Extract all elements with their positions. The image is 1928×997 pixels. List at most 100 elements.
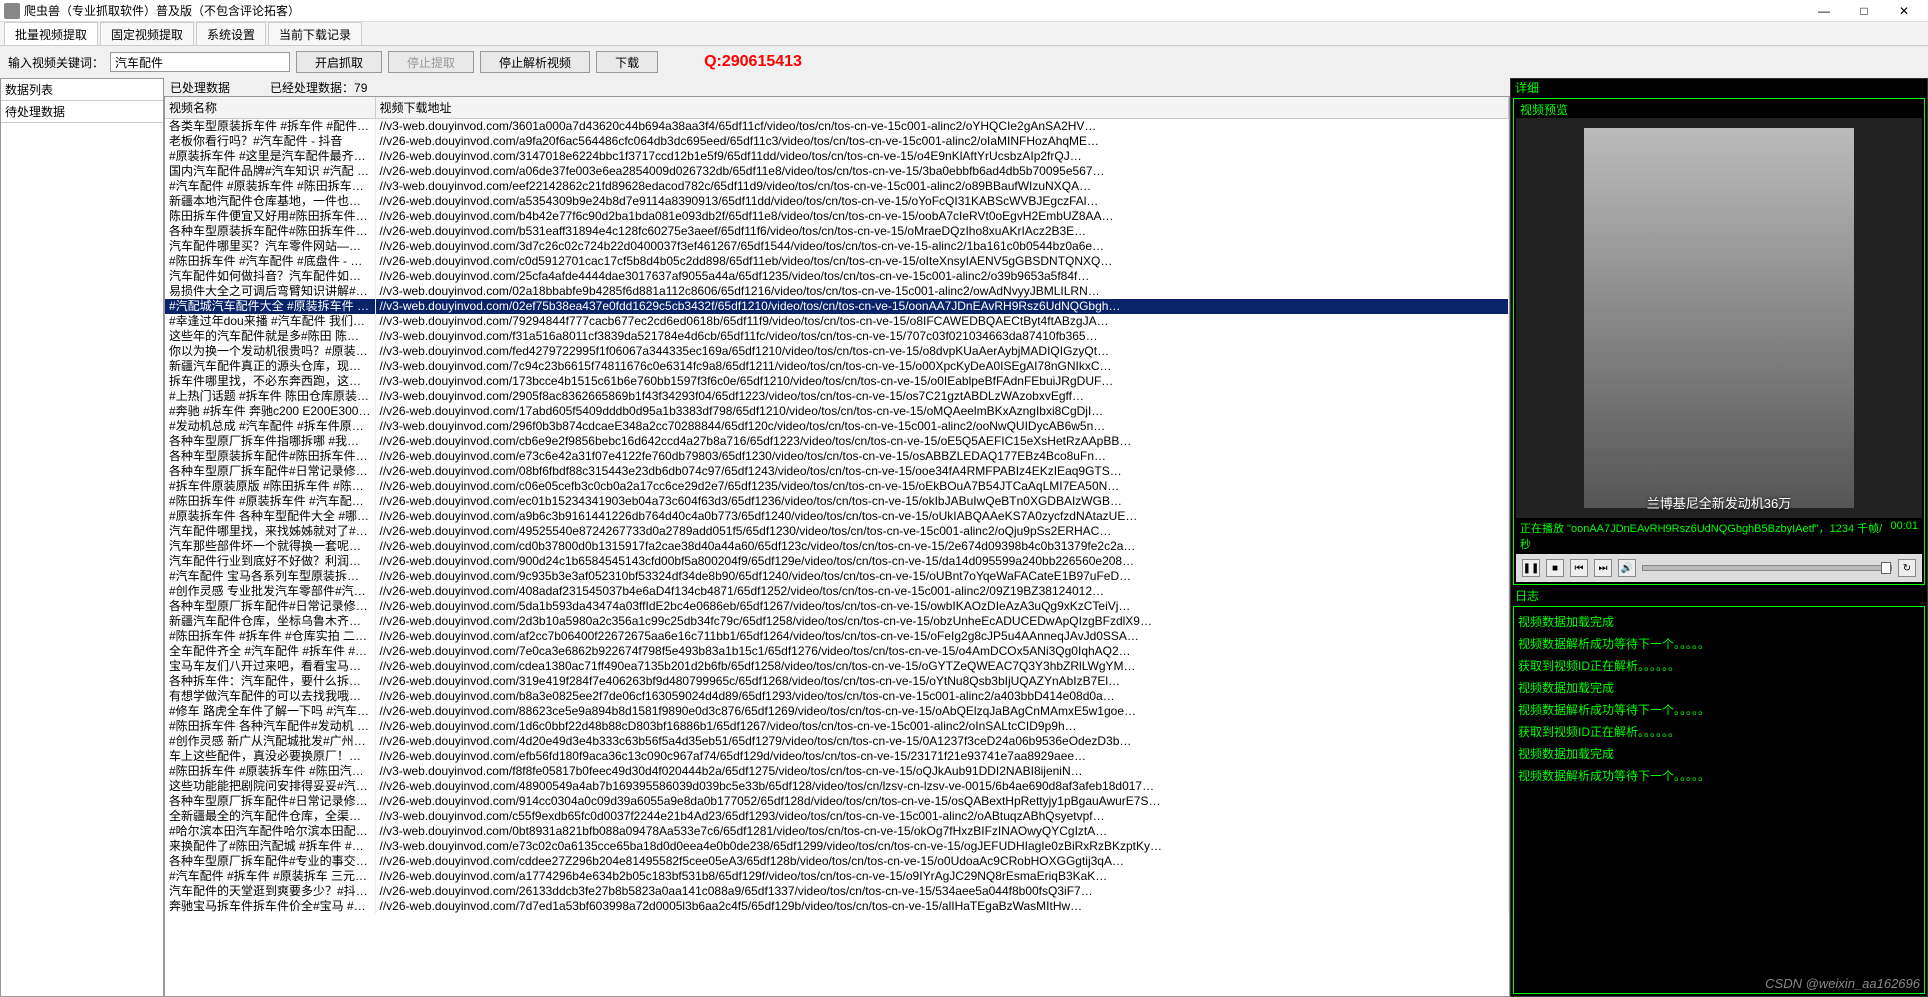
table-row[interactable]: #幸逢过年dou来播 #汽车配件 我们只做一件…//v3-web.douyinv… bbox=[165, 314, 1509, 329]
table-row[interactable]: 各种车型原厂拆车件指哪拆哪 #我与汽车的…//v26-web.douyinvod… bbox=[165, 434, 1509, 449]
results-table-wrap[interactable]: 视频名称 视频下载地址 各类车型原装拆车件 #拆车件 #配件大全 #…//v3-… bbox=[164, 96, 1510, 997]
cell-url: //v26-web.douyinvod.com/9c935b3e3af05231… bbox=[375, 569, 1509, 584]
table-row[interactable]: 汽车那些部件坏一个就得换一套呢？#汽车知…//v26-web.douyinvod… bbox=[165, 539, 1509, 554]
cell-url: //v26-web.douyinvod.com/a1774296b4e634b2… bbox=[375, 869, 1509, 884]
processed-label: 已处理数据 bbox=[170, 79, 230, 96]
table-row[interactable]: #创作灵感 新广从汽配城批发#广州全记汽…//v26-web.douyinvod… bbox=[165, 734, 1509, 749]
pending-heading: 待处理数据 bbox=[1, 101, 163, 123]
log-panel[interactable]: 视频数据加载完成视频数据解析成功等待下一个。。。。。获取到视频ID正在解析。。。… bbox=[1513, 606, 1925, 994]
minimize-button[interactable]: — bbox=[1804, 0, 1844, 22]
tab-downloads[interactable]: 当前下载记录 bbox=[268, 22, 362, 45]
cell-name: #汽车配件 宝马各系列车型原装拆车件 #宝马… bbox=[165, 569, 375, 584]
start-button[interactable]: 开启抓取 bbox=[296, 51, 382, 73]
cell-name: 拆车件哪里找，不必东奔西跑，这里总有一款… bbox=[165, 374, 375, 389]
close-button[interactable]: ✕ bbox=[1884, 0, 1924, 22]
player-controls: ❚❚ ■ ⏮ ⏭ 🔊 ↻ bbox=[1516, 554, 1922, 582]
table-row[interactable]: #汽车配件 宝马各系列车型原装拆车件 #宝马…//v26-web.douyinv… bbox=[165, 569, 1509, 584]
table-row[interactable]: 这些功能能把剧院问安排得妥妥#汽配 #…//v26-web.douyinvod.… bbox=[165, 779, 1509, 794]
cell-url: //v3-web.douyinvod.com/79294844f777cacb6… bbox=[375, 314, 1509, 329]
table-row[interactable]: #哈尔滨本田汽车配件哈尔滨本田配件#哈尔滨…//v3-web.douyinvod… bbox=[165, 824, 1509, 839]
table-row[interactable]: 新疆本地汽配件仓库基地，一件也是批发价#…//v26-web.douyinvod… bbox=[165, 194, 1509, 209]
table-row[interactable]: 陈田拆车件便宜又好用#陈田拆车件 #陈田汽…//v26-web.douyinvo… bbox=[165, 209, 1509, 224]
results-panel: 已处理数据 已经处理数据：79 视频名称 视频下载地址 各类车型原装拆车件 #拆… bbox=[164, 78, 1510, 997]
maximize-button[interactable]: □ bbox=[1844, 0, 1884, 22]
cell-url: //v26-web.douyinvod.com/b8a3e0825ee2f7de… bbox=[375, 689, 1509, 704]
table-row[interactable]: #陈田拆车件 #原装拆车件 #汽车配件 #陈田…//v26-web.douyin… bbox=[165, 494, 1509, 509]
table-row[interactable]: 全新疆最全的汽车配件仓库，全渠道种的修理…//v3-web.douyinvod.… bbox=[165, 809, 1509, 824]
cell-url: //v3-web.douyinvod.com/3601a000a7d43620c… bbox=[375, 119, 1509, 135]
next-button[interactable]: ⏭ bbox=[1594, 559, 1612, 577]
table-row[interactable]: 各种车型原装拆车配件#陈田拆车件 #拆车件…//v26-web.douyinvo… bbox=[165, 224, 1509, 239]
table-row[interactable]: #上热门话题 #拆车件 陈田仓库原装拆车件#…//v3-web.douyinvo… bbox=[165, 389, 1509, 404]
prev-button[interactable]: ⏮ bbox=[1570, 559, 1588, 577]
loop-button[interactable]: ↻ bbox=[1898, 559, 1916, 577]
cell-url: //v26-web.douyinvod.com/319e419f284f7e40… bbox=[375, 674, 1509, 689]
pending-list[interactable] bbox=[1, 123, 163, 996]
log-line: 视频数据解析成功等待下一个。。。。。 bbox=[1518, 699, 1920, 721]
cell-name: #上热门话题 #拆车件 陈田仓库原装拆车件#… bbox=[165, 389, 375, 404]
table-row[interactable]: #奔驰 #拆车件 奔驰c200 E200E300 G L300 3…//v26-… bbox=[165, 404, 1509, 419]
table-row[interactable]: 各种车型原厂拆车配件#日常记录修理工的日…//v26-web.douyinvod… bbox=[165, 464, 1509, 479]
table-row[interactable]: 各种车型原厂拆车配件#日常记录修理工的日…//v26-web.douyinvod… bbox=[165, 794, 1509, 809]
table-row[interactable]: 各种车型原装拆车配件#陈田拆车件 #拆车件…//v26-web.douyinvo… bbox=[165, 449, 1509, 464]
table-row[interactable]: 汽车配件哪里买？汽车零件网站——美国修车…//v26-web.douyinvod… bbox=[165, 239, 1509, 254]
table-row[interactable]: 全车配件齐全 #汽车配件 #拆车件 #原装拆…//v26-web.douyinv… bbox=[165, 644, 1509, 659]
table-row[interactable]: 有想学做汽车配件的可以去找我哦，学会一…//v26-web.douyinvod.… bbox=[165, 689, 1509, 704]
table-row[interactable]: #陈田拆车件 各种汽车配件#发动机 - 抖音//v26-web.douyinvo… bbox=[165, 719, 1509, 734]
table-row[interactable]: 你以为换一个发动机很贵吗？#原装件原装原…//v3-web.douyinvod.… bbox=[165, 344, 1509, 359]
col-video-name[interactable]: 视频名称 bbox=[165, 97, 375, 119]
table-row[interactable]: 汽车配件如何做抖音？汽车配件如何在抖音上…//v26-web.douyinvod… bbox=[165, 269, 1509, 284]
table-row[interactable]: 新疆汽车配件真正的源头仓库，现在开始转…//v3-web.douyinvod.c… bbox=[165, 359, 1509, 374]
cell-url: //v3-web.douyinvod.com/fed4279722995f1f0… bbox=[375, 344, 1509, 359]
table-row[interactable]: 汽车配件的天堂逛到爽要多少？#抖音汽车…//v26-web.douyinvod.… bbox=[165, 884, 1509, 899]
col-video-url[interactable]: 视频下载地址 bbox=[375, 97, 1509, 119]
stop-player-button[interactable]: ■ bbox=[1546, 559, 1564, 577]
stop-button[interactable]: 停止提取 bbox=[388, 51, 474, 73]
tab-fixed-extract[interactable]: 固定视频提取 bbox=[100, 22, 194, 45]
table-row[interactable]: #陈田拆车件 #原装拆车件 #陈田汽配城 配…//v3-web.douyinvo… bbox=[165, 764, 1509, 779]
table-row[interactable]: 奔驰宝马拆车件拆车件价全#宝马 #奔驰…//v26-web.douyinvod.… bbox=[165, 899, 1509, 914]
table-row[interactable]: #陈田拆车件 #汽车配件 #底盘件 - 抖音//v26-web.douyinvo… bbox=[165, 254, 1509, 269]
cell-url: //v26-web.douyinvod.com/cd0b37800d0b1315… bbox=[375, 539, 1509, 554]
keyword-input[interactable] bbox=[110, 52, 290, 72]
table-row[interactable]: 拆车件哪里找，不必东奔西跑，这里总有一款…//v3-web.douyinvod.… bbox=[165, 374, 1509, 389]
cell-name: 各种车型原装拆车配件#陈田拆车件 #拆车件… bbox=[165, 224, 375, 239]
table-row[interactable]: 易损件大全之可调后弯臂知识讲解#车辆配件…//v3-web.douyinvod.… bbox=[165, 284, 1509, 299]
table-row[interactable]: 汽车配件行业到底好不好做？利润到底高不高…//v26-web.douyinvod… bbox=[165, 554, 1509, 569]
table-row[interactable]: 各种车型原厂拆车配件#专业的事交给专业的…//v26-web.douyinvod… bbox=[165, 854, 1509, 869]
table-row[interactable]: 新疆汽车配件仓库，坐标乌鲁木齐天兴汽配城…//v26-web.douyinvod… bbox=[165, 614, 1509, 629]
table-row[interactable]: 汽车配件哪里找，来找姊姊就对了#拆车件 #…//v26-web.douyinvo… bbox=[165, 524, 1509, 539]
table-row[interactable]: #汽车配件 #原装拆车件 #陈田拆车件 拆车件…//v3-web.douyinv… bbox=[165, 179, 1509, 194]
tab-settings[interactable]: 系统设置 bbox=[196, 22, 266, 45]
table-row[interactable]: #陈田拆车件 #拆车件 #仓库实拍 二手汽车…//v26-web.douyinv… bbox=[165, 629, 1509, 644]
volume-button[interactable]: 🔊 bbox=[1618, 559, 1636, 577]
cell-name: #创作灵感 新广从汽配城批发#广州全记汽… bbox=[165, 734, 375, 749]
table-row[interactable]: 来换配件了#陈田汽配城 #拆车件 #汽车配件…//v3-web.douyinvo… bbox=[165, 839, 1509, 854]
table-row[interactable]: #创作灵感 专业批发汽车零部件#汽车配件 #…//v26-web.douyinv… bbox=[165, 584, 1509, 599]
cell-url: //v3-web.douyinvod.com/02ef75b38ea437e0f… bbox=[375, 299, 1509, 314]
table-row[interactable]: #原装拆车件 #这里是汽车配件最齐全的地方…//v26-web.douyinvo… bbox=[165, 149, 1509, 164]
download-button[interactable]: 下载 bbox=[596, 51, 658, 73]
table-row[interactable]: #汽车配件 #拆车件 #原装拆车 三元催化 #…//v26-web.douyin… bbox=[165, 869, 1509, 884]
table-row[interactable]: 车上这些配件，真没必要换原厂！@DOU小助…//v26-web.douyinvo… bbox=[165, 749, 1509, 764]
stop-parse-button[interactable]: 停止解析视频 bbox=[480, 51, 590, 73]
table-row[interactable]: 国内汽车配件品牌#汽车知识 #汽配 - 抖音//v26-web.douyinvo… bbox=[165, 164, 1509, 179]
table-row[interactable]: #拆车件原装原版 #陈田拆车件 #陈田汽配城…//v26-web.douyinv… bbox=[165, 479, 1509, 494]
table-row[interactable]: 各种车型原厂拆车配件#日常记录修理工的日…//v26-web.douyinvod… bbox=[165, 599, 1509, 614]
cell-url: //v26-web.douyinvod.com/17abd605f5409ddd… bbox=[375, 404, 1509, 419]
table-row[interactable]: 老板你看行吗？#汽车配件 - 抖音//v26-web.douyinvod.com… bbox=[165, 134, 1509, 149]
log-label: 日志 bbox=[1511, 587, 1927, 604]
pause-button[interactable]: ❚❚ bbox=[1522, 559, 1540, 577]
table-row[interactable]: 这些年的汽车配件就是多#陈田 陈田拆车件…//v3-web.douyinvod.… bbox=[165, 329, 1509, 344]
seek-thumb[interactable] bbox=[1881, 562, 1891, 574]
video-preview[interactable]: 兰博基尼全新发动机36万 bbox=[1516, 118, 1922, 518]
tab-batch-extract[interactable]: 批量视频提取 bbox=[4, 22, 98, 45]
table-row[interactable]: #原装拆车件 各种车型配件大全 #哪里有最…//v26-web.douyinvo… bbox=[165, 509, 1509, 524]
table-row[interactable]: #发动机总成 #汽车配件 #拆车件原装原版 #…//v3-web.douyinv… bbox=[165, 419, 1509, 434]
table-row[interactable]: #汽配城汽车配件大全 #原装拆车件 #诚信经…//v3-web.douyinvo… bbox=[165, 299, 1509, 314]
table-row[interactable]: 各类车型原装拆车件 #拆车件 #配件大全 #…//v3-web.douyinvo… bbox=[165, 119, 1509, 135]
seek-bar[interactable] bbox=[1642, 565, 1892, 571]
table-row[interactable]: 各种拆车件：汽车配件，要什么拆什么，要哪…//v26-web.douyinvod… bbox=[165, 674, 1509, 689]
table-row[interactable]: 宝马车友们八开过来吧，看看宝马配件都什…//v26-web.douyinvod.… bbox=[165, 659, 1509, 674]
table-row[interactable]: #修车 路虎全车件了解一下吗 #汽车配件 #…//v26-web.douyinv… bbox=[165, 704, 1509, 719]
